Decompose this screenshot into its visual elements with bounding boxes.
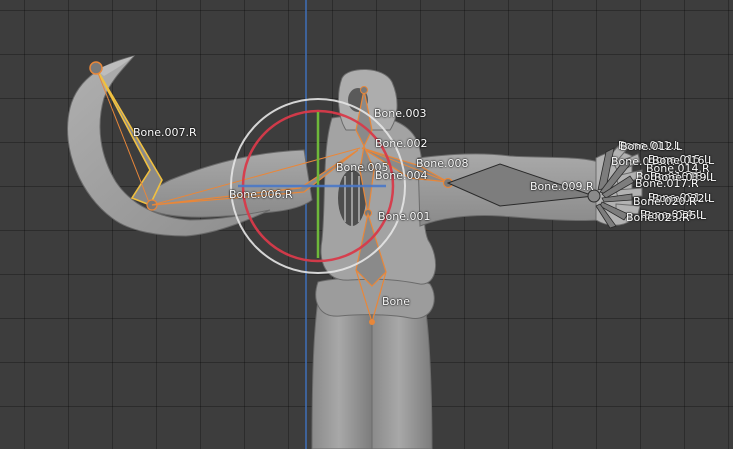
armature-scene[interactable] [0,0,733,449]
bone-label-012-l: Bone.012.L [620,140,683,153]
bone-label-003: Bone.003 [374,107,427,120]
bone-tail-joint[interactable] [369,319,375,325]
bone-007-r-head-joint[interactable] [89,61,103,75]
transform-gizmo[interactable] [230,98,406,274]
bone-label-009-r: Bone.009.R [530,180,594,193]
right-leg-mesh [371,299,433,449]
bone-label-008: Bone.008 [416,157,469,170]
bone-label-002: Bone.002 [375,137,428,150]
bone-003-head-joint[interactable] [360,86,368,94]
3d-viewport[interactable]: Bone.007.R Bone.006.R Bone.003 Bone.002 … [0,0,733,449]
bone-label-007-r: Bone.007.R [133,126,197,139]
bone-label-004: Bone.004 [375,169,428,182]
bone-label-017-r: Bone.017.R [635,177,699,190]
bone-label-001: Bone.001 [378,210,431,223]
bone-label-020-r: Bone.020.R [633,195,697,208]
bone-label-023-r: Bone.023.R [626,211,690,224]
bone-label-bone: Bone [382,295,411,308]
left-leg-mesh [311,299,373,449]
bone-label-006-r: Bone.006.R [229,188,293,201]
